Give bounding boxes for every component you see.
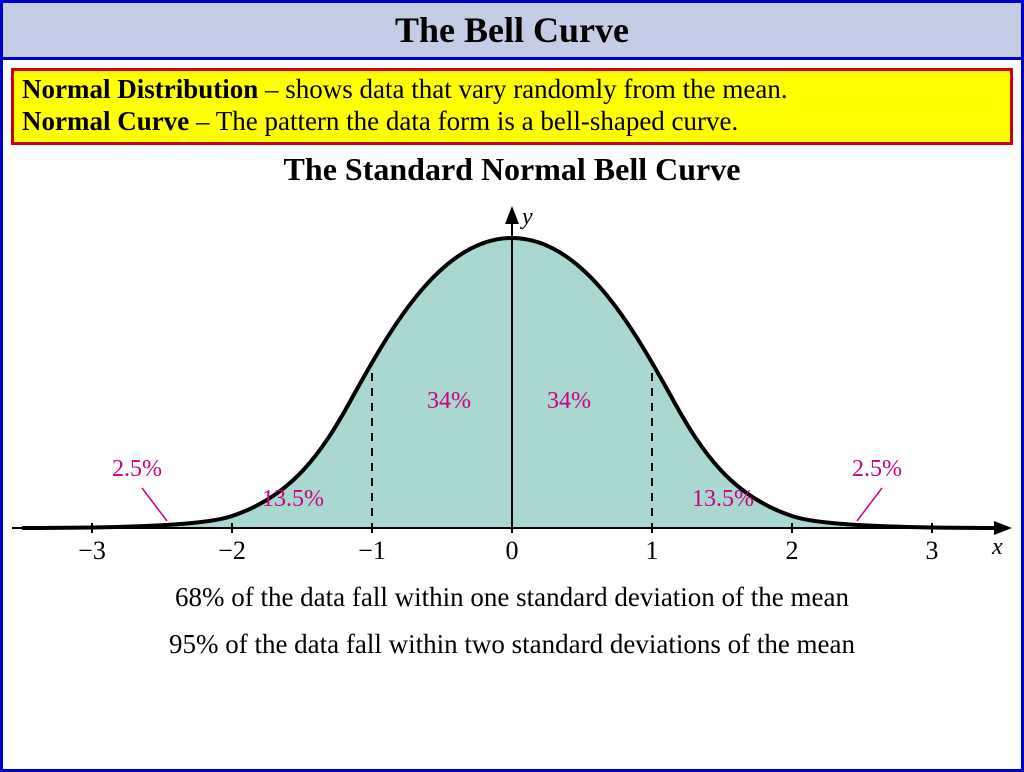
pointer-line: [142, 488, 167, 521]
x-tick-label: 2: [786, 536, 799, 566]
page-title: The Bell Curve: [0, 0, 1024, 60]
definition-2: Normal Curve – The pattern the data form…: [22, 105, 1002, 137]
definition-term: Normal Distribution: [22, 74, 258, 104]
content-frame: Normal Distribution – shows data that va…: [0, 60, 1024, 772]
bell-curve-svg: [12, 198, 1012, 578]
region-percent-label: 13.5%: [692, 486, 754, 513]
definition-term: Normal Curve: [22, 106, 189, 136]
chart-title: The Standard Normal Bell Curve: [11, 151, 1013, 188]
pointer-line: [857, 488, 882, 521]
caption-68: 68% of the data fall within one standard…: [11, 582, 1013, 613]
bell-curve-chart: 2.5% 13.5% 34% 34% 13.5% 2.5% y x −3 −2 …: [12, 198, 1012, 578]
region-percent-label: 13.5%: [262, 486, 324, 513]
caption-95: 95% of the data fall within two standard…: [11, 629, 1013, 660]
definition-1: Normal Distribution – shows data that va…: [22, 73, 1002, 105]
region-percent-label: 34%: [547, 388, 591, 415]
definition-desc: The pattern the data form is a bell-shap…: [216, 106, 739, 136]
x-tick-label: −1: [358, 536, 386, 566]
x-tick-label: 0: [506, 536, 519, 566]
region-percent-label: 2.5%: [112, 456, 162, 483]
x-tick-label: 1: [646, 536, 659, 566]
region-percent-label: 34%: [427, 388, 471, 415]
definition-sep: –: [258, 74, 285, 104]
x-tick-label: 3: [926, 536, 939, 566]
x-tick-label: −3: [78, 536, 106, 566]
y-axis-arrow-icon: [505, 206, 519, 224]
region-percent-label: 2.5%: [852, 456, 902, 483]
definitions-box: Normal Distribution – shows data that va…: [11, 68, 1013, 145]
y-axis-label: y: [522, 204, 533, 231]
definition-sep: –: [189, 106, 216, 136]
x-tick-label: −2: [218, 536, 246, 566]
x-axis-label: x: [992, 534, 1003, 561]
definition-desc: shows data that vary randomly from the m…: [285, 74, 787, 104]
